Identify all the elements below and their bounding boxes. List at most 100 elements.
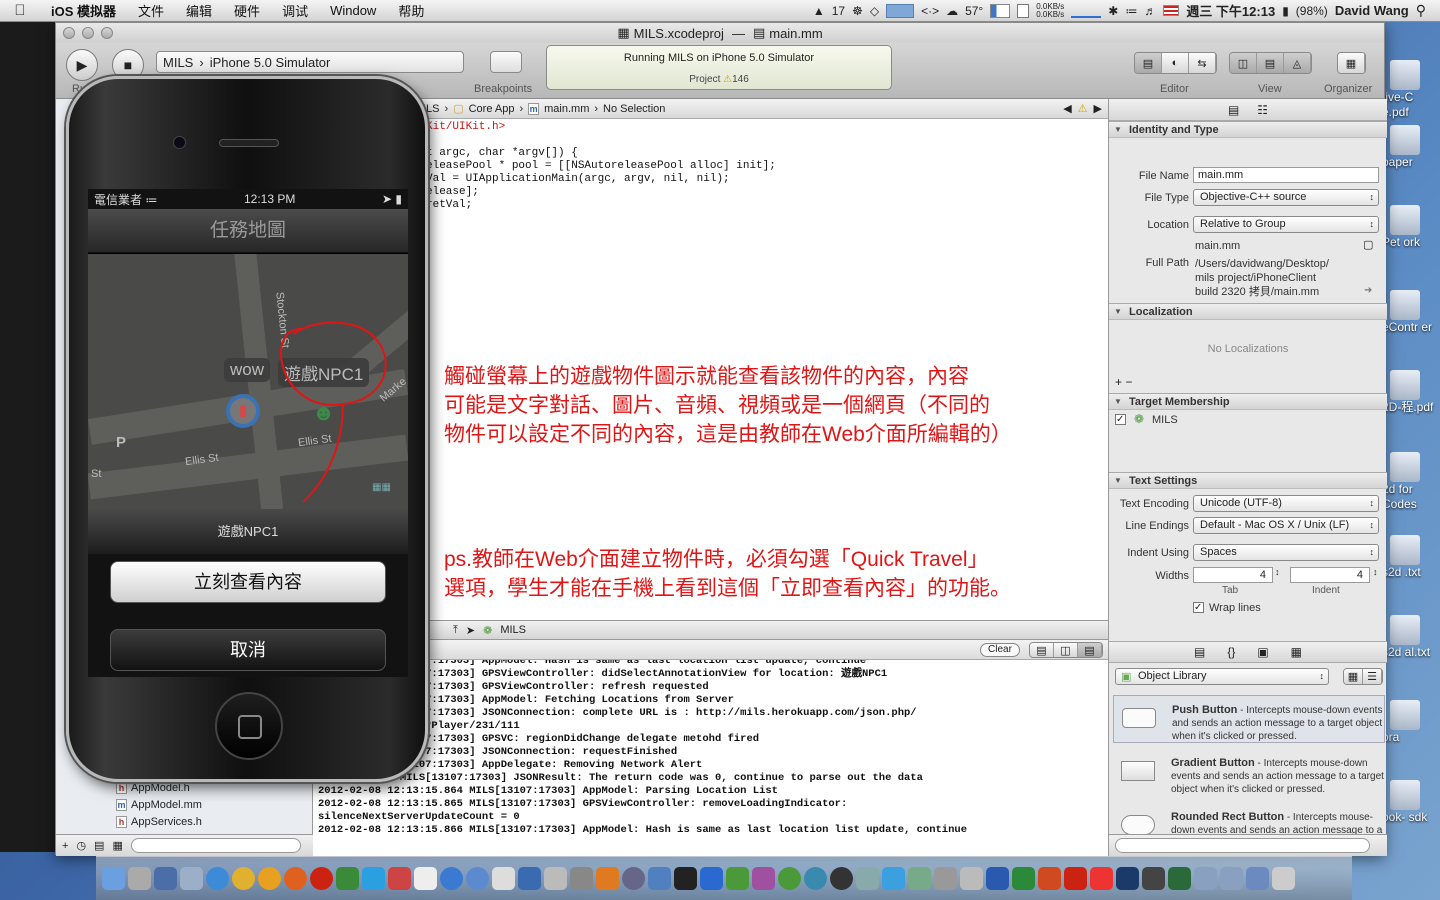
user-name[interactable]: David Wang — [1335, 3, 1409, 18]
virtualbox-icon[interactable] — [648, 867, 671, 890]
list-view-icon[interactable]: ☰ — [1363, 669, 1382, 684]
adobe-icon[interactable]: ▲ — [813, 4, 825, 18]
pencil-icon[interactable] — [570, 867, 593, 890]
close-window-icon[interactable] — [63, 27, 75, 39]
skype-icon[interactable] — [362, 867, 385, 890]
word-icon[interactable] — [986, 867, 1009, 890]
dashcode-icon[interactable] — [908, 867, 931, 890]
tab-width-field[interactable]: 4 — [1193, 567, 1273, 583]
code-snippet-library-icon[interactable]: {} — [1227, 645, 1235, 659]
grid-view-icon[interactable]: ▦ — [1344, 669, 1363, 684]
desktop-icon-5[interactable]: 2D-程.pdf — [1382, 370, 1440, 415]
launchpad-icon[interactable] — [128, 867, 151, 890]
excel-icon[interactable] — [1012, 867, 1035, 890]
globe-icon[interactable] — [804, 867, 827, 890]
warning-icon[interactable]: ⚠ — [1078, 102, 1088, 115]
target-membership-header[interactable]: Target Membership — [1109, 393, 1387, 410]
wrap-lines-checkbox[interactable]: ✓ — [1193, 602, 1204, 613]
photoshop-icon[interactable] — [1116, 867, 1139, 890]
split-view-icon[interactable]: ◫ — [1054, 643, 1078, 657]
file-row-appmodel-h[interactable]: h AppModel.h — [116, 782, 190, 794]
spotlight-icon[interactable]: ⚲ — [1416, 2, 1426, 19]
disk-meter-icon[interactable] — [1017, 3, 1030, 18]
previous-issue-icon[interactable]: ◀ — [1063, 102, 1071, 115]
source-editor[interactable]: Kit/UIKit.h> t argc, char *argv[]) { ele… — [313, 119, 1108, 620]
file-name-field[interactable]: main.mm — [1193, 167, 1379, 183]
localization-header[interactable]: Localization — [1109, 303, 1387, 320]
zoom-window-icon[interactable] — [101, 27, 113, 39]
settings-gear-icon[interactable] — [596, 867, 619, 890]
mission-control-icon[interactable] — [154, 867, 177, 890]
wifi-icon[interactable]: ≔ — [1125, 4, 1137, 18]
indent-width-stepper-icon[interactable]: ↕ — [1373, 567, 1378, 577]
run-button[interactable]: ▶ — [66, 49, 98, 81]
desktop-icon-1[interactable]: tive-C e.pdf — [1382, 60, 1440, 120]
weather-icon[interactable]: ☁ — [946, 4, 958, 18]
utilities-toggle-icon[interactable]: ◬ — [1284, 53, 1311, 73]
text-encoding-select[interactable]: Unicode (UTF-8) — [1193, 495, 1379, 512]
tab-width-stepper-icon[interactable]: ↕ — [1275, 567, 1280, 577]
temperature[interactable]: 57° — [965, 4, 983, 18]
line-endings-select[interactable]: Default - Mac OS X / Unix (LF) — [1193, 517, 1379, 534]
home-button[interactable] — [215, 692, 283, 760]
downloads-icon[interactable] — [1246, 867, 1269, 890]
photo-icon[interactable] — [752, 867, 775, 890]
flash-builder-icon[interactable] — [1142, 867, 1165, 890]
jumpbar-file[interactable]: main.mm — [544, 103, 589, 115]
firefox-icon[interactable] — [284, 867, 307, 890]
folder-stack-icon[interactable] — [1194, 867, 1217, 890]
reveal-folder-icon[interactable]: ▢ — [1363, 238, 1373, 251]
breakpoints-button[interactable] — [490, 51, 522, 73]
menu-window[interactable]: Window — [319, 3, 387, 18]
indent-using-select[interactable]: Spaces — [1193, 544, 1379, 561]
debug-area-toggle-icon[interactable]: ▤ — [1257, 53, 1284, 73]
apple-menu-icon[interactable]:  — [0, 2, 40, 19]
menu-edit[interactable]: 编辑 — [175, 1, 223, 20]
calendar-date[interactable]: 17 — [832, 4, 845, 18]
desktop-icon-4[interactable]: eContr er — [1382, 290, 1440, 335]
library-filter-input[interactable] — [1115, 838, 1370, 853]
media-library-icon[interactable]: ▦ — [1291, 645, 1302, 659]
cpu-meter-icon[interactable] — [886, 3, 915, 18]
volume-icon[interactable]: ♬ — [1144, 4, 1156, 18]
view-content-button[interactable]: 立刻查看內容 — [110, 561, 386, 603]
desktop-icon-10[interactable]: ook- sdk — [1382, 780, 1440, 825]
acrobat-reader-icon[interactable] — [1090, 867, 1113, 890]
chrome-icon[interactable] — [232, 867, 255, 890]
simulator-screen[interactable]: 電信業者 ≔ 12:13 PM ➤ ▮ 任務地圖 Stockton St Ell… — [88, 189, 408, 677]
assistant-editor-icon[interactable]: ◐ — [1162, 53, 1189, 73]
clear-console-button[interactable]: Clear — [980, 643, 1020, 657]
library-select[interactable]: Object Library — [1115, 668, 1329, 685]
text-editor-icon[interactable] — [388, 867, 411, 890]
preview-icon[interactable] — [180, 867, 203, 890]
chrome-canary-icon[interactable] — [258, 867, 281, 890]
disk-icon[interactable] — [622, 867, 645, 890]
clock[interactable]: 週三 下午12:13 — [1186, 1, 1275, 20]
activity-issues[interactable]: Project ⚠146 — [547, 74, 891, 85]
unity-icon[interactable] — [492, 867, 515, 890]
evernote-icon[interactable] — [726, 867, 749, 890]
step-out-icon[interactable]: ⤒ — [453, 624, 458, 637]
finder-icon[interactable] — [102, 867, 125, 890]
desktop-icon-8[interactable]: s2d al.txt — [1382, 615, 1440, 660]
acrobat-icon[interactable] — [1064, 867, 1087, 890]
scheme-selector[interactable]: MILS › iPhone 5.0 Simulator — [156, 51, 464, 73]
jumpbar-group[interactable]: Core App — [469, 103, 515, 115]
adium-icon[interactable] — [336, 867, 359, 890]
library-item-gradient-button[interactable]: Gradient Button - Intercepts mouse-down … — [1113, 749, 1385, 797]
twitter-icon[interactable] — [882, 867, 905, 890]
leaf-icon[interactable] — [778, 867, 801, 890]
terminal-icon[interactable] — [674, 867, 697, 890]
file-inspector-icon[interactable]: ▤ — [1228, 103, 1239, 117]
opera-icon[interactable] — [310, 867, 333, 890]
quick-help-icon[interactable]: ☷ — [1257, 103, 1268, 117]
console-view-icon[interactable]: ▤ — [1078, 643, 1102, 657]
code-icon[interactable]: <·> — [921, 4, 939, 18]
scm-status-icon[interactable]: ▤ — [94, 839, 104, 852]
organizer-button[interactable]: ▦ — [1337, 52, 1366, 74]
add-icon[interactable]: + — [62, 840, 68, 852]
debug-target-name[interactable]: MILS — [500, 624, 526, 636]
identity-type-header[interactable]: Identity and Type — [1109, 121, 1387, 138]
dreamweaver-icon[interactable] — [1168, 867, 1191, 890]
safari-icon[interactable] — [206, 867, 229, 890]
